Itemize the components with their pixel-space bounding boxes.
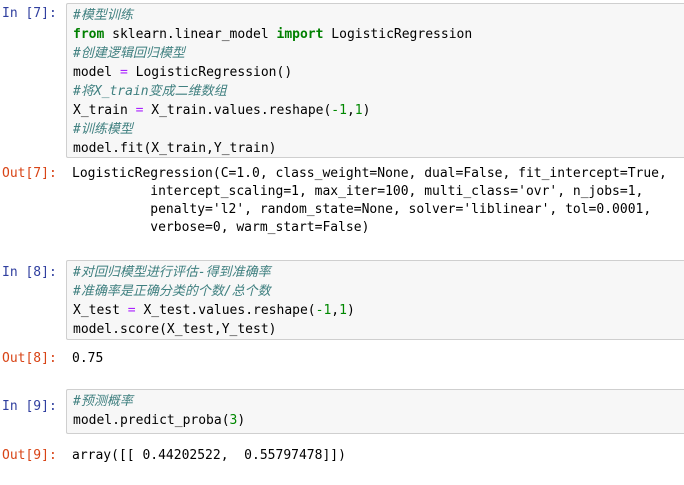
code-token: import	[276, 27, 324, 42]
code-line: X_train = X_train.values.reshape(-1,1)	[73, 101, 678, 120]
code-token: X_train	[73, 103, 136, 118]
code-token: =	[127, 303, 136, 318]
code-token: )	[346, 303, 355, 318]
code-token: #预测概率	[73, 394, 133, 409]
code-line: #预测概率	[73, 392, 678, 411]
output-line: LogisticRegression(C=1.0, class_weight=N…	[72, 166, 667, 181]
code-token: )	[237, 413, 246, 428]
code-token: X_test	[73, 303, 128, 318]
code-line: model = LogisticRegression()	[73, 63, 678, 82]
code-token: =	[119, 65, 128, 80]
code-cell-8[interactable]: #对回归模型进行评估-得到准确率 #准确率是正确分类的个数/总个数 X_test =…	[66, 260, 684, 340]
code-line: #将X_train变成二维数组	[73, 82, 678, 101]
output-line: penalty='l2', random_state=None, solver=…	[72, 202, 652, 217]
code-line: model.score(X_test,Y_test)	[73, 320, 678, 339]
code-token: #准确率是正确分类的个数/总个数	[73, 284, 271, 299]
code-token: X_test.values.reshape(	[135, 303, 316, 318]
code-token: ,	[346, 103, 355, 118]
code-line: #训练模型	[73, 120, 678, 139]
in-prompt-7: In [7]:	[2, 6, 57, 21]
code-cell-9[interactable]: #预测概率 model.predict_proba(3)	[66, 389, 684, 434]
output-line: array([[ 0.44202522, 0.55797478]])	[72, 448, 346, 463]
code-line: #创建逻辑回归模型	[73, 44, 678, 63]
code-token: model.score(X_test,Y_test)	[73, 322, 277, 337]
output-line: intercept_scaling=1, max_iter=100, multi…	[72, 184, 644, 199]
out-prompt-7: Out[7]:	[2, 166, 57, 181]
code-token: #将X_train变成二维数组	[73, 84, 227, 99]
code-token: )	[362, 103, 371, 118]
code-token: LogisticRegression()	[127, 65, 293, 80]
output-9: array([[ 0.44202522, 0.55797478]])	[66, 447, 684, 465]
code-token: 1	[354, 103, 363, 118]
code-token: #模型训练	[73, 8, 133, 23]
code-token: -1	[331, 103, 347, 118]
code-line: #对回归模型进行评估-得到准确率	[73, 263, 678, 282]
output-8: 0.75	[66, 350, 684, 368]
code-token: #对回归模型进行评估-得到准确率	[73, 265, 271, 280]
code-line: #准确率是正确分类的个数/总个数	[73, 282, 678, 301]
code-token: #创建逻辑回归模型	[73, 46, 185, 61]
code-token: from	[73, 27, 105, 42]
code-token: model.fit(X_train,Y_train)	[73, 141, 277, 156]
code-line: model.fit(X_train,Y_train)	[73, 139, 678, 158]
in-prompt-8: In [8]:	[2, 265, 57, 280]
code-token: LogisticRegression	[323, 27, 473, 42]
code-token: -1	[315, 303, 332, 318]
code-token: #训练模型	[73, 122, 133, 137]
code-line: from sklearn.linear_model import Logisti…	[73, 25, 678, 44]
code-line: X_test = X_test.values.reshape(-1,1)	[73, 301, 678, 320]
output-line: verbose=0, warm_start=False)	[72, 220, 370, 235]
code-token: model	[73, 65, 120, 80]
code-line: model.predict_proba(3)	[73, 411, 678, 430]
code-cell-7[interactable]: #模型训练 from sklearn.linear_model import Lo…	[66, 3, 684, 158]
in-prompt-9: In [9]:	[2, 399, 57, 414]
code-token: ,	[331, 303, 340, 318]
code-line: #模型训练	[73, 6, 678, 25]
out-prompt-8: Out[8]:	[2, 351, 57, 366]
code-token: model.predict_proba(	[73, 413, 230, 428]
code-token: 1	[339, 303, 347, 318]
out-prompt-9: Out[9]:	[2, 448, 57, 463]
code-token: X_train.values.reshape(	[143, 103, 332, 118]
code-token: sklearn.linear_model	[104, 27, 277, 42]
output-line: 0.75	[72, 351, 104, 366]
output-7: LogisticRegression(C=1.0, class_weight=N…	[66, 165, 684, 237]
